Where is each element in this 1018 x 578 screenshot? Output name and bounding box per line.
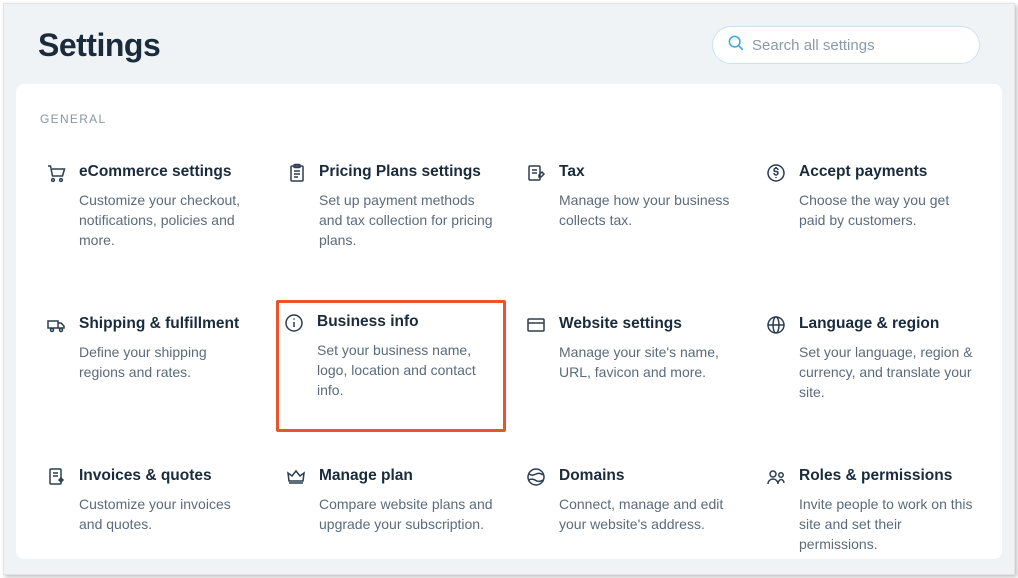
settings-grid: eCommerce settings Customize your checkou… bbox=[38, 154, 980, 575]
dollar-icon bbox=[765, 163, 787, 185]
tile-shipping-fulfillment[interactable]: Shipping & fulfillment Define your shippi… bbox=[38, 306, 260, 426]
tile-description: Choose the way you get paid by customers… bbox=[799, 190, 973, 231]
tile-description: Invite people to work on this site and s… bbox=[799, 494, 973, 555]
tile-body: Language & region Set your language, regi… bbox=[799, 315, 973, 417]
tile-body: Domains Connect, manage and edit your web… bbox=[559, 467, 733, 569]
people-icon bbox=[765, 467, 787, 489]
tile-title: eCommerce settings bbox=[79, 163, 253, 182]
cart-icon bbox=[45, 163, 67, 185]
search-icon bbox=[727, 34, 744, 56]
tile-body: Accept payments Choose the way you get pa… bbox=[799, 163, 973, 265]
tile-title: Domains bbox=[559, 467, 733, 486]
search-input[interactable] bbox=[752, 37, 965, 54]
tile-body: eCommerce settings Customize your checkou… bbox=[79, 163, 253, 265]
tile-body: Business info Set your business name, log… bbox=[317, 313, 495, 419]
tile-title: Website settings bbox=[559, 315, 733, 334]
settings-window: Settings GENERAL eCommerce settings Custo… bbox=[3, 3, 1015, 575]
tile-title: Tax bbox=[559, 163, 733, 182]
tile-description: Manage your site's name, URL, favicon an… bbox=[559, 342, 733, 383]
truck-icon bbox=[45, 315, 67, 337]
tile-description: Define your shipping regions and rates. bbox=[79, 342, 253, 383]
tile-ecommerce-settings[interactable]: eCommerce settings Customize your checkou… bbox=[38, 154, 260, 274]
globe2-icon bbox=[525, 467, 547, 489]
tile-language-region[interactable]: Language & region Set your language, regi… bbox=[758, 306, 980, 426]
tile-pricing-plans-settings[interactable]: Pricing Plans settings Set up payment met… bbox=[278, 154, 500, 274]
general-panel: GENERAL eCommerce settings Customize your… bbox=[16, 84, 1002, 559]
tile-body: Tax Manage how your business collects tax… bbox=[559, 163, 733, 265]
tile-description: Customize your invoices and quotes. bbox=[79, 494, 253, 535]
tile-title: Language & region bbox=[799, 315, 973, 334]
crown-icon bbox=[285, 467, 307, 489]
tile-body: Shipping & fulfillment Define your shippi… bbox=[79, 315, 253, 417]
invoice-icon bbox=[45, 467, 67, 489]
tile-domains[interactable]: Domains Connect, manage and edit your web… bbox=[518, 458, 740, 575]
search-box[interactable] bbox=[712, 26, 980, 64]
tile-title: Business info bbox=[317, 313, 495, 332]
tile-body: Website settings Manage your site's name,… bbox=[559, 315, 733, 417]
tile-body: Pricing Plans settings Set up payment met… bbox=[319, 163, 493, 265]
tile-title: Roles & permissions bbox=[799, 467, 973, 486]
clipboard-icon bbox=[285, 163, 307, 185]
tile-title: Manage plan bbox=[319, 467, 493, 486]
tile-body: Manage plan Compare website plans and upg… bbox=[319, 467, 493, 569]
tile-body: Invoices & quotes Customize your invoices… bbox=[79, 467, 253, 569]
tile-website-settings[interactable]: Website settings Manage your site's name,… bbox=[518, 306, 740, 426]
tile-tax[interactable]: Tax Manage how your business collects tax… bbox=[518, 154, 740, 274]
tile-description: Customize your checkout, notifications, … bbox=[79, 190, 253, 251]
globe-icon bbox=[765, 315, 787, 337]
tile-body: Roles & permissions Invite people to work… bbox=[799, 467, 973, 569]
tile-description: Compare website plans and upgrade your s… bbox=[319, 494, 493, 535]
tile-description: Set up payment methods and tax collectio… bbox=[319, 190, 493, 251]
tile-description: Set your business name, logo, location a… bbox=[317, 340, 495, 401]
tax-icon bbox=[525, 163, 547, 185]
tile-title: Invoices & quotes bbox=[79, 467, 253, 486]
page-title: Settings bbox=[38, 27, 160, 64]
tile-description: Connect, manage and edit your website's … bbox=[559, 494, 733, 535]
header-bar: Settings bbox=[4, 4, 1014, 84]
tile-invoices-quotes[interactable]: Invoices & quotes Customize your invoices… bbox=[38, 458, 260, 575]
tile-accept-payments[interactable]: Accept payments Choose the way you get pa… bbox=[758, 154, 980, 274]
tile-roles-permissions[interactable]: Roles & permissions Invite people to work… bbox=[758, 458, 980, 575]
tile-title: Shipping & fulfillment bbox=[79, 315, 253, 334]
tile-manage-plan[interactable]: Manage plan Compare website plans and upg… bbox=[278, 458, 500, 575]
tile-description: Manage how your business collects tax. bbox=[559, 190, 733, 231]
tile-title: Pricing Plans settings bbox=[319, 163, 493, 182]
tile-description: Set your language, region & currency, an… bbox=[799, 342, 973, 403]
browser-icon bbox=[525, 315, 547, 337]
info-icon bbox=[283, 313, 305, 335]
tile-title: Accept payments bbox=[799, 163, 973, 182]
tile-business-info[interactable]: Business info Set your business name, log… bbox=[276, 300, 506, 432]
section-label-general: GENERAL bbox=[38, 112, 980, 126]
